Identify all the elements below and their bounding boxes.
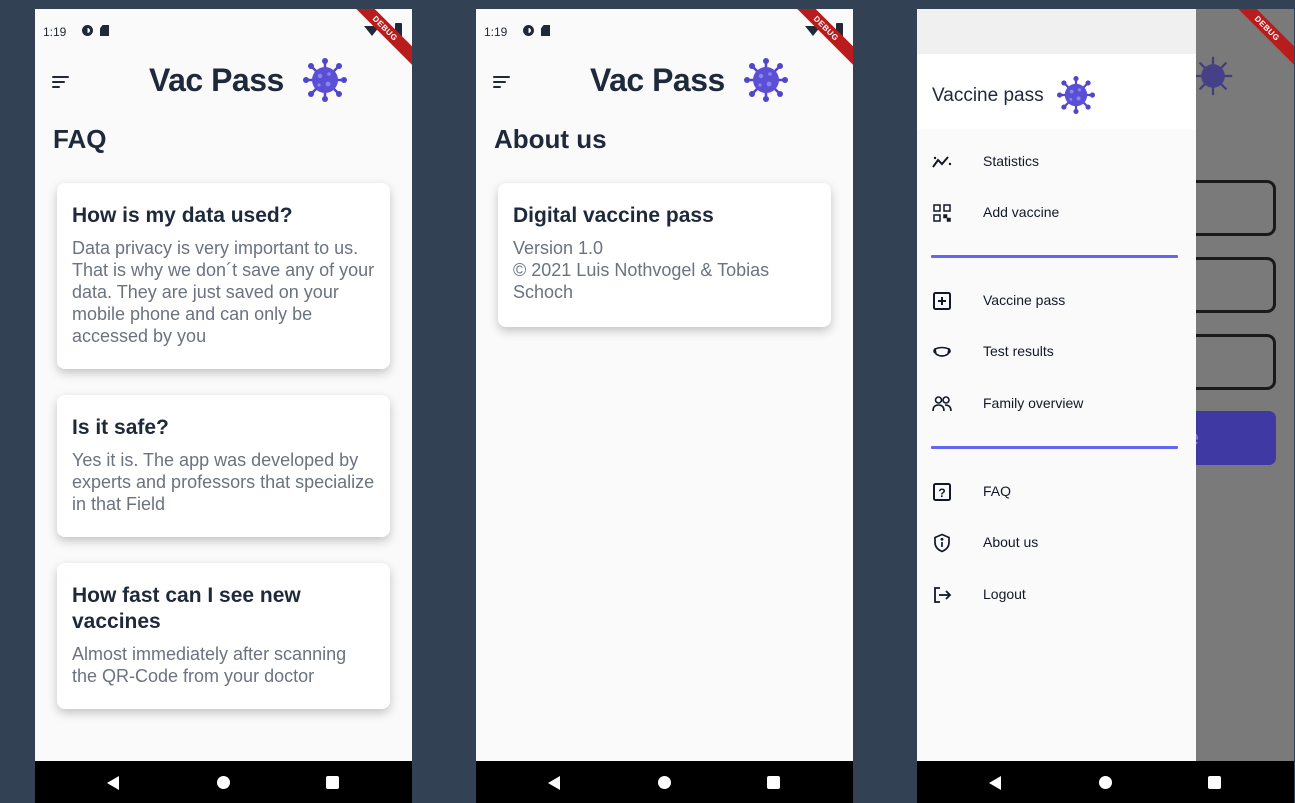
- about-version: Version 1.0: [513, 238, 604, 258]
- drawer-item-label: Add vaccine: [983, 204, 1060, 220]
- about-card-title: Digital vaccine pass: [513, 204, 714, 227]
- background-field: [1187, 257, 1276, 313]
- faq-question: Is it safe?: [72, 416, 169, 439]
- data-saver-icon: [82, 25, 93, 36]
- drawer-item-test-results[interactable]: Test results: [917, 332, 1196, 372]
- system-nav-bar: [476, 761, 853, 803]
- drawer-item-label: Family overview: [983, 395, 1084, 411]
- system-nav-bar: [917, 761, 1294, 803]
- drawer-title: Vaccine pass: [932, 85, 1044, 106]
- menu-icon[interactable]: [52, 72, 72, 92]
- drawer-screen: e DEBUG Vaccine pass Statistics Add vacc…: [917, 9, 1294, 803]
- status-time: 1:19: [43, 25, 67, 39]
- page-title: About us: [494, 124, 607, 154]
- drawer-divider: [931, 446, 1178, 449]
- plus-box-icon: [932, 291, 952, 311]
- sd-card-icon: [100, 25, 109, 36]
- virus-logo-icon: [744, 58, 788, 102]
- home-icon[interactable]: [217, 776, 230, 789]
- drawer-status-area: [917, 9, 1196, 54]
- home-icon[interactable]: [1099, 776, 1112, 789]
- wifi-icon: [805, 26, 821, 36]
- shield-info-icon: [932, 533, 952, 553]
- system-nav-bar: [35, 761, 412, 803]
- people-icon: [932, 394, 952, 414]
- data-saver-icon: [523, 25, 534, 36]
- drawer-item-about-us[interactable]: About us: [917, 523, 1196, 563]
- menu-icon[interactable]: [493, 72, 513, 92]
- battery-icon: [836, 23, 843, 37]
- question-box-icon: ?: [932, 482, 952, 502]
- recents-icon[interactable]: [326, 776, 339, 789]
- page-title: FAQ: [53, 124, 107, 154]
- wifi-icon: [364, 26, 380, 36]
- drawer-item-label: Logout: [983, 586, 1026, 602]
- faq-question: How fast can I see new vaccines: [72, 584, 301, 633]
- drawer-item-logout[interactable]: Logout: [917, 575, 1196, 615]
- drawer-item-label: Test results: [983, 343, 1054, 359]
- recents-icon[interactable]: [1208, 776, 1221, 789]
- statistics-icon: [932, 152, 952, 172]
- back-icon[interactable]: [548, 776, 560, 790]
- back-icon[interactable]: [107, 776, 119, 790]
- battery-icon: [395, 23, 402, 37]
- drawer-item-statistics[interactable]: Statistics: [917, 142, 1196, 182]
- drawer-item-add-vaccine[interactable]: Add vaccine: [917, 193, 1196, 233]
- background-field: [1187, 334, 1276, 390]
- about-card: Digital vaccine pass Version 1.0 © 2021 …: [498, 183, 831, 327]
- drawer-item-vaccine-pass[interactable]: Vaccine pass: [917, 281, 1196, 321]
- about-screen: 1:19 DEBUG Vac Pass About us Digital vac…: [476, 9, 853, 803]
- svg-text:?: ?: [938, 486, 945, 500]
- back-icon[interactable]: [989, 776, 1001, 790]
- status-bar: 1:19: [35, 9, 412, 54]
- faq-card: How fast can I see new vaccines Almost i…: [57, 563, 390, 709]
- virus-logo-icon: [1193, 56, 1233, 96]
- app-title: Vac Pass: [590, 62, 725, 98]
- logout-icon: [932, 585, 952, 605]
- drawer-header: Vaccine pass: [917, 54, 1196, 129]
- faq-screen: 1:19 DEBUG Vac Pass FAQ How is my data u…: [35, 9, 412, 803]
- background-field: [1187, 180, 1276, 236]
- faq-answer: Almost immediately after scanning the QR…: [72, 644, 347, 686]
- faq-answer: Data privacy is very important to us. Th…: [72, 238, 375, 346]
- virus-logo-icon: [303, 58, 347, 102]
- drawer-item-label: Statistics: [983, 153, 1040, 169]
- drawer-item-label: FAQ: [983, 483, 1012, 499]
- navigation-drawer: Vaccine pass Statistics Add vaccine Vacc…: [917, 9, 1196, 761]
- app-title: Vac Pass: [149, 62, 284, 98]
- mask-icon: [932, 342, 952, 362]
- drawer-item-family-overview[interactable]: Family overview: [917, 384, 1196, 424]
- virus-logo-icon: [1057, 76, 1095, 114]
- status-time: 1:19: [484, 25, 508, 39]
- app-bar: Vac Pass: [35, 54, 412, 110]
- home-icon[interactable]: [658, 776, 671, 789]
- faq-card: Is it safe? Yes it is. The app was devel…: [57, 395, 390, 537]
- recents-icon[interactable]: [767, 776, 780, 789]
- qr-code-icon: [932, 203, 952, 223]
- app-bar: Vac Pass: [476, 54, 853, 110]
- drawer-item-label: Vaccine pass: [983, 292, 1066, 308]
- sd-card-icon: [541, 25, 550, 36]
- drawer-divider: [931, 255, 1178, 258]
- drawer-item-faq[interactable]: ? FAQ: [917, 472, 1196, 512]
- faq-answer: Yes it is. The app was developed by expe…: [72, 450, 375, 514]
- drawer-item-label: About us: [983, 534, 1039, 550]
- faq-card: How is my data used? Data privacy is ver…: [57, 183, 390, 369]
- about-copyright: © 2021 Luis Nothvogel & Tobias Schoch: [513, 260, 770, 302]
- faq-question: How is my data used?: [72, 204, 293, 227]
- status-bar: 1:19: [476, 9, 853, 54]
- background-button: e: [1187, 411, 1276, 465]
